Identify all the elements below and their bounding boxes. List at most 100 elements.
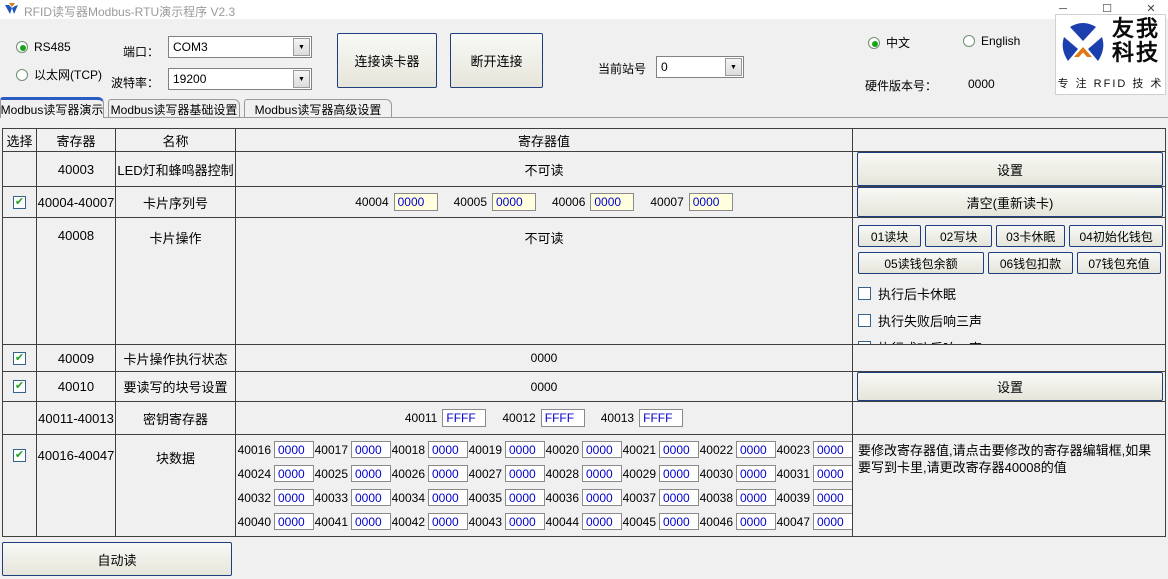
option-checkbox-row[interactable]: 执行失败后响三声 <box>858 311 1163 330</box>
radio-english[interactable]: English <box>963 34 1020 48</box>
disconnect-button[interactable]: 断开连接 <box>450 33 543 88</box>
chevron-down-icon[interactable]: ▼ <box>293 38 310 56</box>
header-action <box>853 129 1165 152</box>
vendor-name-line2: 科技 <box>1108 41 1164 65</box>
register-value-input[interactable] <box>736 513 776 530</box>
register-number: 40039 <box>776 491 810 505</box>
register-value-input[interactable] <box>659 513 699 530</box>
wallet-debit-button[interactable]: 06钱包扣款 <box>988 252 1073 274</box>
register-value-input[interactable] <box>813 489 853 506</box>
register-value-input[interactable] <box>813 513 853 530</box>
register-value-input[interactable] <box>274 465 314 482</box>
card-op-row2: 05读钱包余额 06钱包扣款 07钱包充值 <box>858 252 1163 274</box>
row-40009-checkbox[interactable] <box>13 352 26 365</box>
row-40010-name: 要读写的块号设置 <box>116 372 236 402</box>
register-value-input[interactable] <box>541 409 585 427</box>
clear-reread-button[interactable]: 清空(重新读卡) <box>857 187 1163 217</box>
register-value-input[interactable] <box>505 489 545 506</box>
connect-button[interactable]: 连接读卡器 <box>337 33 437 88</box>
port-combo[interactable]: COM3 ▼ <box>168 36 312 58</box>
register-value-input[interactable] <box>659 465 699 482</box>
row-40008-select <box>3 218 37 345</box>
register-value-input[interactable] <box>590 193 634 211</box>
register-number: 40023 <box>776 443 810 457</box>
register-value-input[interactable] <box>442 409 486 427</box>
row-40004-select <box>3 187 37 218</box>
auto-read-button[interactable]: 自动读 <box>2 542 232 576</box>
station-combo[interactable]: 0 ▼ <box>656 56 744 78</box>
radio-ethernet[interactable]: 以太网(TCP) <box>16 66 102 83</box>
read-block-button[interactable]: 01读块 <box>858 225 921 247</box>
register-number: 40029 <box>622 467 656 481</box>
register-value-input[interactable] <box>351 489 391 506</box>
card-halt-button[interactable]: 03卡休眠 <box>996 225 1065 247</box>
header-value: 寄存器值 <box>236 129 853 152</box>
register-value-input[interactable] <box>505 441 545 458</box>
register-value-input[interactable] <box>736 489 776 506</box>
register-value-input[interactable] <box>274 441 314 458</box>
register-value-input[interactable] <box>351 441 391 458</box>
register-value-input[interactable] <box>736 441 776 458</box>
register-value-input[interactable] <box>505 513 545 530</box>
register-value-input[interactable] <box>813 465 853 482</box>
register-value-input[interactable] <box>428 465 468 482</box>
tab-modbus-advanced-settings[interactable]: Modbus读写器高级设置 <box>244 99 392 118</box>
register-value-input[interactable] <box>274 489 314 506</box>
register-value-input[interactable] <box>492 193 536 211</box>
register-value-input[interactable] <box>689 193 733 211</box>
register-field: 40023 <box>776 441 853 458</box>
register-value-input[interactable] <box>428 441 468 458</box>
register-number: 40027 <box>468 467 502 481</box>
option-checkbox[interactable] <box>858 314 871 327</box>
row-40003-register: 40003 <box>37 152 116 187</box>
tab-modbus-basic-settings[interactable]: Modbus读写器基础设置 <box>108 99 240 118</box>
register-value-input[interactable] <box>428 489 468 506</box>
chevron-down-icon[interactable]: ▼ <box>293 70 310 88</box>
register-value-input[interactable] <box>351 513 391 530</box>
option-checkbox[interactable] <box>858 287 871 300</box>
register-field: 40042 <box>391 513 468 530</box>
register-value-input[interactable] <box>659 441 699 458</box>
register-value-input[interactable] <box>274 513 314 530</box>
register-value-input[interactable] <box>428 513 468 530</box>
tab-modbus-demo[interactable]: Modbus读写器演示 <box>0 97 104 118</box>
row-40016-checkbox[interactable] <box>13 449 26 462</box>
row-40004-checkbox[interactable] <box>13 196 26 209</box>
wallet-recharge-button[interactable]: 07钱包充值 <box>1077 252 1161 274</box>
register-value-input[interactable] <box>505 465 545 482</box>
set-40010-button[interactable]: 设置 <box>857 372 1163 401</box>
register-number: 40045 <box>622 515 656 529</box>
register-value-input[interactable] <box>659 489 699 506</box>
vendor-name: 友我 科技 <box>1108 17 1164 65</box>
register-field: 40029 <box>622 465 699 482</box>
register-value-input[interactable] <box>582 513 622 530</box>
register-field: 40030 <box>699 465 776 482</box>
register-number: 40032 <box>237 491 271 505</box>
register-value-input[interactable] <box>639 409 683 427</box>
init-wallet-button[interactable]: 04初始化钱包 <box>1069 225 1163 247</box>
register-value-input[interactable] <box>813 441 853 458</box>
radio-rs485[interactable]: RS485 <box>16 40 71 54</box>
register-field: 40036 <box>545 489 622 506</box>
register-field: 40043 <box>468 513 545 530</box>
read-wallet-balance-button[interactable]: 05读钱包余额 <box>858 252 984 274</box>
register-value-input[interactable] <box>582 489 622 506</box>
row-40009-action <box>853 345 1165 372</box>
register-value-input[interactable] <box>351 465 391 482</box>
baud-combo[interactable]: 19200 ▼ <box>168 68 312 90</box>
set-40003-button[interactable]: 设置 <box>857 152 1163 186</box>
register-field: 40006 <box>552 193 634 211</box>
register-value-input[interactable] <box>582 465 622 482</box>
register-value-input[interactable] <box>394 193 438 211</box>
register-value-input[interactable] <box>582 441 622 458</box>
register-value-input[interactable] <box>736 465 776 482</box>
option-checkbox-row[interactable]: 执行后卡休眠 <box>858 284 1163 303</box>
register-number: 40011 <box>405 411 437 425</box>
chevron-down-icon[interactable]: ▼ <box>725 58 742 76</box>
radio-chinese[interactable]: 中文 <box>868 34 910 51</box>
register-field: 40044 <box>545 513 622 530</box>
write-block-button[interactable]: 02写块 <box>925 225 992 247</box>
option-checkbox-row[interactable]: 执行成功后响一声 <box>858 338 1163 345</box>
row-40010-checkbox[interactable] <box>13 380 26 393</box>
baud-value: 19200 <box>169 72 293 86</box>
